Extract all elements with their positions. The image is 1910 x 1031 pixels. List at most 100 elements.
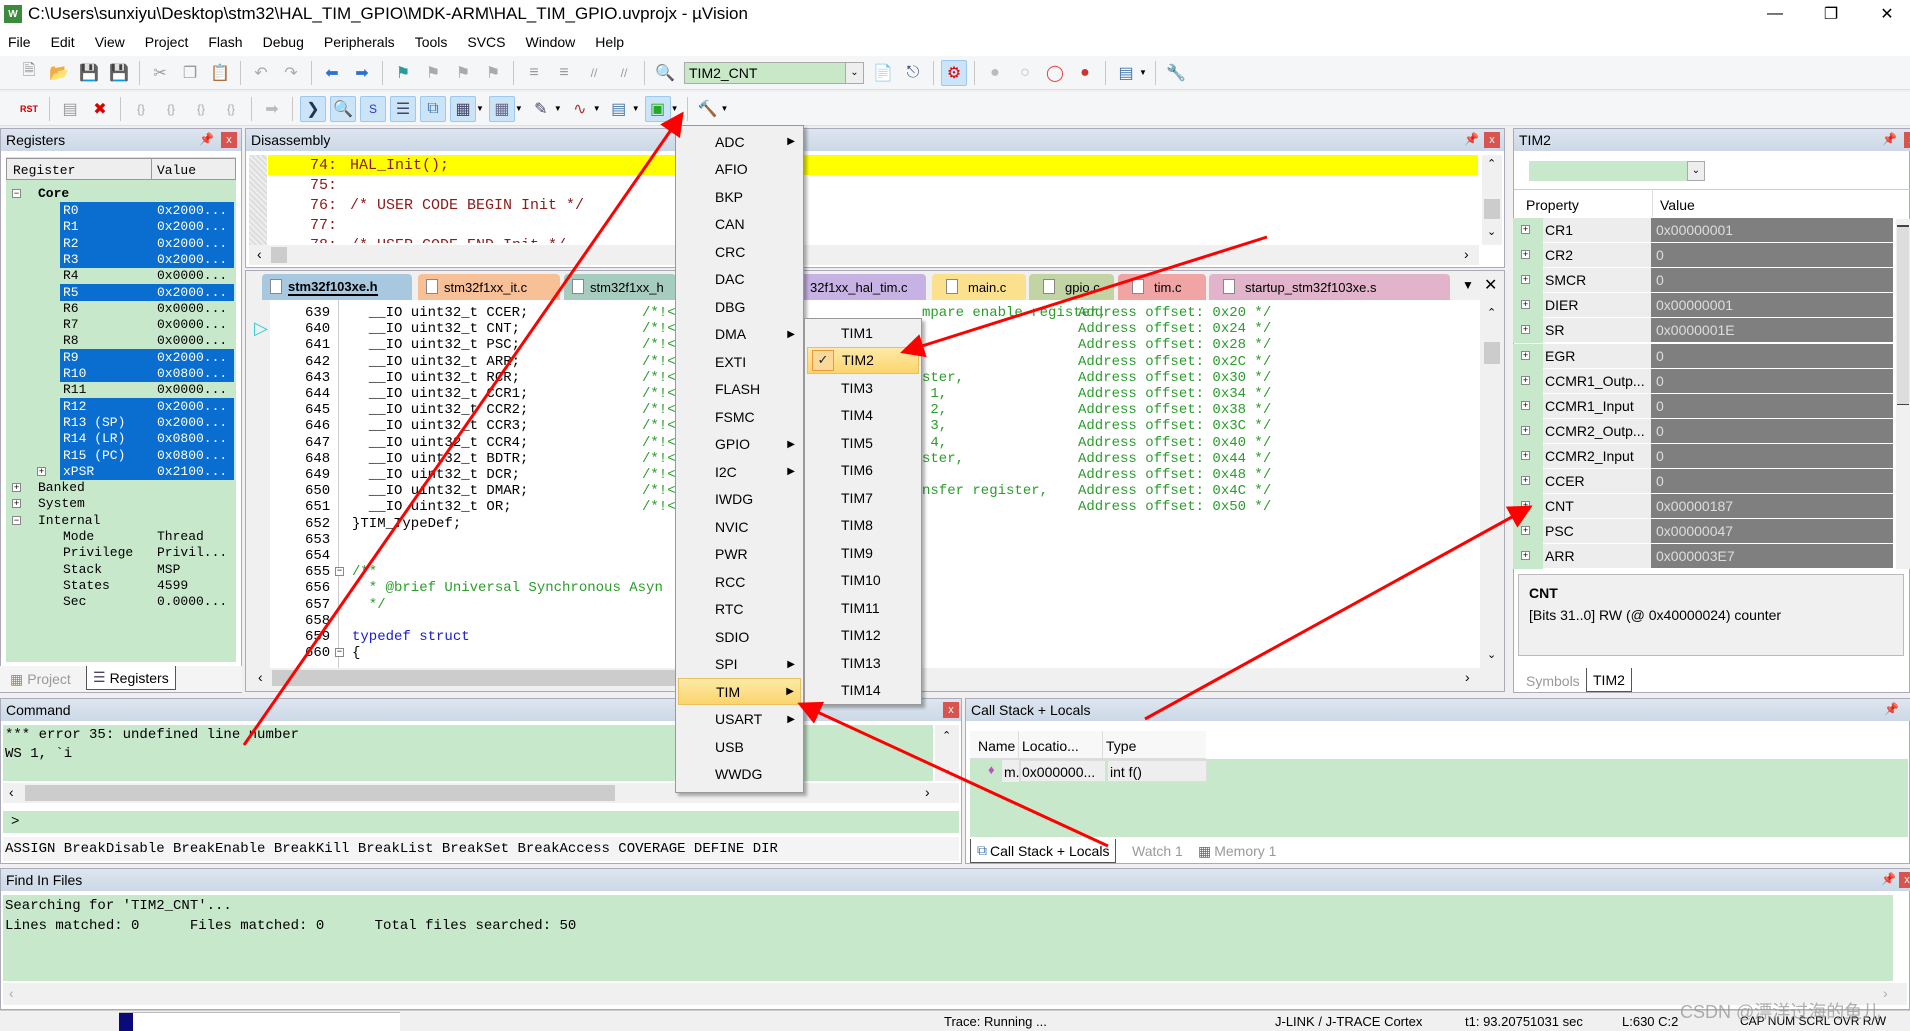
disassembly-vscrollbar[interactable]: ⌃ ⌄ [1482, 155, 1502, 245]
pin-icon[interactable]: 📌 [1881, 872, 1896, 886]
find-results[interactable] [3, 895, 1893, 981]
menu-svcs[interactable]: SVCS [467, 34, 505, 50]
find-in-files-button[interactable]: 🔍 [652, 60, 678, 86]
menu-item-rtc[interactable]: RTC [678, 596, 801, 623]
expand-icon[interactable]: + [1521, 300, 1530, 310]
menu-item-tim11[interactable]: TIM11 [807, 594, 919, 621]
debug-session-button[interactable]: ⚙ [941, 59, 967, 86]
column-property[interactable]: Property [1526, 197, 1579, 213]
incremental-find-button[interactable]: ⎋ [900, 60, 926, 86]
bookmark-next-button[interactable]: ⚑ [450, 60, 476, 86]
pin-icon[interactable]: 📌 [1882, 132, 1897, 146]
expand-icon[interactable]: + [1521, 225, 1530, 234]
toolbox-button[interactable]: 🔨 [695, 96, 721, 122]
nav-forward-button[interactable]: ➡ [349, 60, 375, 86]
register-row[interactable]: R3 0x2000... [0, 250, 240, 268]
menu-item-afio[interactable]: AFIO [678, 156, 801, 183]
menu-tools[interactable]: Tools [415, 34, 448, 50]
column-register[interactable]: Register [13, 163, 75, 178]
register-row[interactable]: R5 0x2000... [0, 283, 240, 301]
menu-item-pwr[interactable]: PWR [678, 541, 801, 568]
run-button[interactable]: ▤ [57, 96, 83, 122]
show-next-button[interactable]: ➡ [259, 96, 285, 122]
column-type[interactable]: Type [1106, 738, 1136, 754]
menu-item-tim10[interactable]: TIM10 [807, 567, 919, 594]
tim2-register-row[interactable]: + SR 0x0000001E [1513, 318, 1893, 344]
menu-item-tim7[interactable]: TIM7 [807, 484, 919, 511]
menu-item-i2c[interactable]: I2C ▶ [678, 458, 801, 485]
menu-item-spi[interactable]: SPI ▶ [678, 651, 801, 678]
command-vscrollbar[interactable]: ⌃ ⌄ [935, 725, 959, 781]
find-hscrollbar[interactable]: ‹ › [3, 983, 1907, 1005]
comment-button[interactable]: // [581, 60, 607, 86]
save-button[interactable]: 💾 [76, 60, 102, 86]
pin-icon[interactable]: 📌 [1884, 702, 1899, 716]
breakpoint-kill-all-button[interactable]: ● [1072, 60, 1098, 86]
dropdown-arrow-icon[interactable]: ▼ [554, 104, 562, 113]
register-row[interactable]: R14 (LR) 0x0800... [0, 430, 240, 448]
menu-item-tim2[interactable]: ✓ TIM2 [807, 346, 919, 374]
indent-button[interactable]: ≡ [521, 60, 547, 86]
editor-tab[interactable]: gpio.c [1029, 274, 1114, 300]
register-row[interactable]: R9 0x2000... [0, 348, 240, 366]
tim2-register-row[interactable]: + CCMR2_Outp... 0 [1513, 418, 1893, 444]
disassembly-code[interactable]: 74: HAL_Init(); 75: 76:/* USER CODE BEGIN I… [268, 155, 1478, 243]
configure-button[interactable]: 🔧 [1163, 60, 1189, 86]
watch-window-button[interactable]: ▦ [450, 95, 476, 122]
register-row[interactable]: R10 0x0800... [0, 365, 240, 382]
tim2-vscrollbar[interactable] [1896, 219, 1910, 569]
menu-edit[interactable]: Edit [51, 34, 75, 50]
menu-item-gpio[interactable]: GPIO ▶ [678, 431, 801, 458]
tab-watch1[interactable]: Watch 1 [1126, 839, 1189, 863]
menu-item-usb[interactable]: USB [678, 733, 801, 760]
editor-tab[interactable]: main.c [932, 274, 1026, 300]
register-row[interactable]: R4 0x0000... [0, 267, 240, 284]
chevron-down-icon[interactable]: ⌄ [845, 62, 863, 83]
expand-icon[interactable]: + [1521, 275, 1530, 285]
menu-window[interactable]: Window [526, 34, 576, 50]
expand-icon[interactable]: + [12, 483, 21, 493]
stop-button[interactable]: ✖ [87, 96, 113, 122]
menu-item-tim8[interactable]: TIM8 [807, 512, 919, 539]
menu-item-crc[interactable]: CRC [678, 238, 801, 265]
serial-window-button[interactable]: ✎ [528, 96, 554, 122]
menu-view[interactable]: View [95, 34, 125, 50]
menu-item-exti[interactable]: EXTI [678, 348, 801, 375]
tab-tim2[interactable]: TIM2 [1586, 668, 1632, 692]
column-name[interactable]: Name [978, 738, 1015, 754]
register-row[interactable]: R11 0x0000... [0, 381, 240, 398]
run-to-cursor-button[interactable]: {} [218, 96, 244, 122]
close-icon[interactable]: x [1484, 132, 1500, 148]
tim2-register-row[interactable]: + ARR 0x000003E7 [1513, 544, 1893, 570]
register-row[interactable]: R2 0x2000... [0, 234, 240, 252]
dropdown-arrow-icon[interactable]: ▼ [515, 104, 523, 113]
editor-tab[interactable]: tim.c [1118, 274, 1206, 300]
paste-button[interactable]: 📋 [207, 60, 233, 86]
menu-file[interactable]: File [8, 34, 31, 50]
window-layout-button[interactable]: ▤ [1113, 60, 1139, 86]
tab-registers[interactable]: ☰ Registers [86, 666, 176, 690]
call-stack-window-button[interactable]: ⧉ [420, 95, 446, 122]
breakpoint-disable-button[interactable]: ○ [1012, 60, 1038, 86]
close-icon[interactable]: x [943, 702, 959, 718]
menu-item-nvic[interactable]: NVIC [678, 513, 801, 540]
command-input[interactable]: > [3, 811, 959, 833]
tim2-register-row[interactable]: + CNT 0x00000187 [1513, 494, 1893, 520]
uncomment-button[interactable]: // [611, 60, 637, 86]
register-row[interactable]: R15 (PC) 0x0800... [0, 446, 240, 464]
expand-icon[interactable]: + [1521, 350, 1530, 360]
column-location[interactable]: Locatio... [1022, 738, 1079, 754]
command-hscrollbar[interactable]: ‹ › [3, 783, 959, 803]
menu-item-wwdg[interactable]: WWDG [678, 761, 801, 788]
redo-button[interactable]: ↷ [278, 60, 304, 86]
dropdown-arrow-icon[interactable]: ▼ [476, 104, 484, 113]
editor-tab[interactable]: stm32f103xe.h [262, 274, 412, 300]
menu-help[interactable]: Help [595, 34, 624, 50]
command-window-button[interactable]: ❯ [300, 95, 326, 122]
menu-item-dma[interactable]: DMA ▶ [678, 321, 801, 348]
tim2-register-row[interactable]: + CCMR1_Outp... 0 [1513, 368, 1893, 394]
disassembly-line[interactable]: 75: [268, 175, 1478, 195]
expand-icon[interactable]: + [1521, 476, 1530, 485]
expand-icon[interactable]: + [1521, 425, 1530, 435]
register-row[interactable]: R13 (SP) 0x2000... [0, 413, 240, 431]
